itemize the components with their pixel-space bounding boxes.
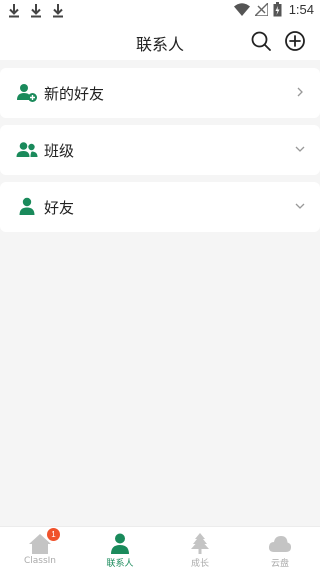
- nav-label-classin: ClassIn: [23, 556, 57, 566]
- nav-item-classin[interactable]: 1 ClassIn: [0, 527, 80, 573]
- cloud-icon: [268, 536, 292, 552]
- download-icon: [9, 4, 19, 18]
- person-icon: [19, 197, 35, 215]
- battery-charging-icon: [273, 2, 282, 17]
- no-signal-icon: [254, 3, 268, 16]
- page-title: 联系人: [135, 35, 184, 54]
- nav-label-growth: 成长: [190, 559, 209, 569]
- chevron-down-icon: [295, 146, 305, 152]
- add-circle-icon[interactable]: [284, 30, 306, 52]
- search-icon[interactable]: [250, 30, 272, 52]
- person-icon: [111, 533, 129, 554]
- chevron-down-icon: [295, 203, 305, 209]
- friends-label: 好友: [44, 199, 75, 217]
- nav-label-contacts: 联系人: [106, 559, 134, 569]
- add-user-icon: [17, 84, 37, 102]
- classes-row[interactable]: 班级: [0, 125, 320, 175]
- nav-item-contacts[interactable]: 联系人: [80, 527, 160, 573]
- classes-section: 班级: [0, 125, 320, 175]
- download-icon: [31, 4, 41, 18]
- nav-item-cloud[interactable]: 云盘: [240, 527, 320, 573]
- new-friends-section: 新的好友: [0, 68, 320, 118]
- new-friends-row[interactable]: 新的好友: [0, 68, 320, 118]
- status-bar: 1:54: [0, 0, 320, 22]
- nav-label-cloud: 云盘: [270, 559, 289, 569]
- bottom-nav: 1 ClassIn 联系人 成长 云盘: [0, 526, 320, 573]
- download-icon: [53, 4, 63, 18]
- friends-section: 好友: [0, 182, 320, 232]
- notification-icons: [8, 3, 64, 18]
- friends-row[interactable]: 好友: [0, 182, 320, 232]
- header: 联系人: [0, 22, 320, 60]
- wifi-icon: [233, 3, 250, 16]
- new-friends-label: 新的好友: [44, 85, 105, 103]
- notification-badge: 1: [47, 528, 60, 541]
- status-time: 1:54: [288, 2, 314, 17]
- chevron-right-icon: [297, 87, 303, 97]
- group-icon: [16, 142, 38, 157]
- tree-icon: [191, 533, 209, 554]
- classes-label: 班级: [44, 142, 75, 160]
- nav-item-growth[interactable]: 成长: [160, 527, 240, 573]
- system-icons: 1:54: [233, 2, 314, 17]
